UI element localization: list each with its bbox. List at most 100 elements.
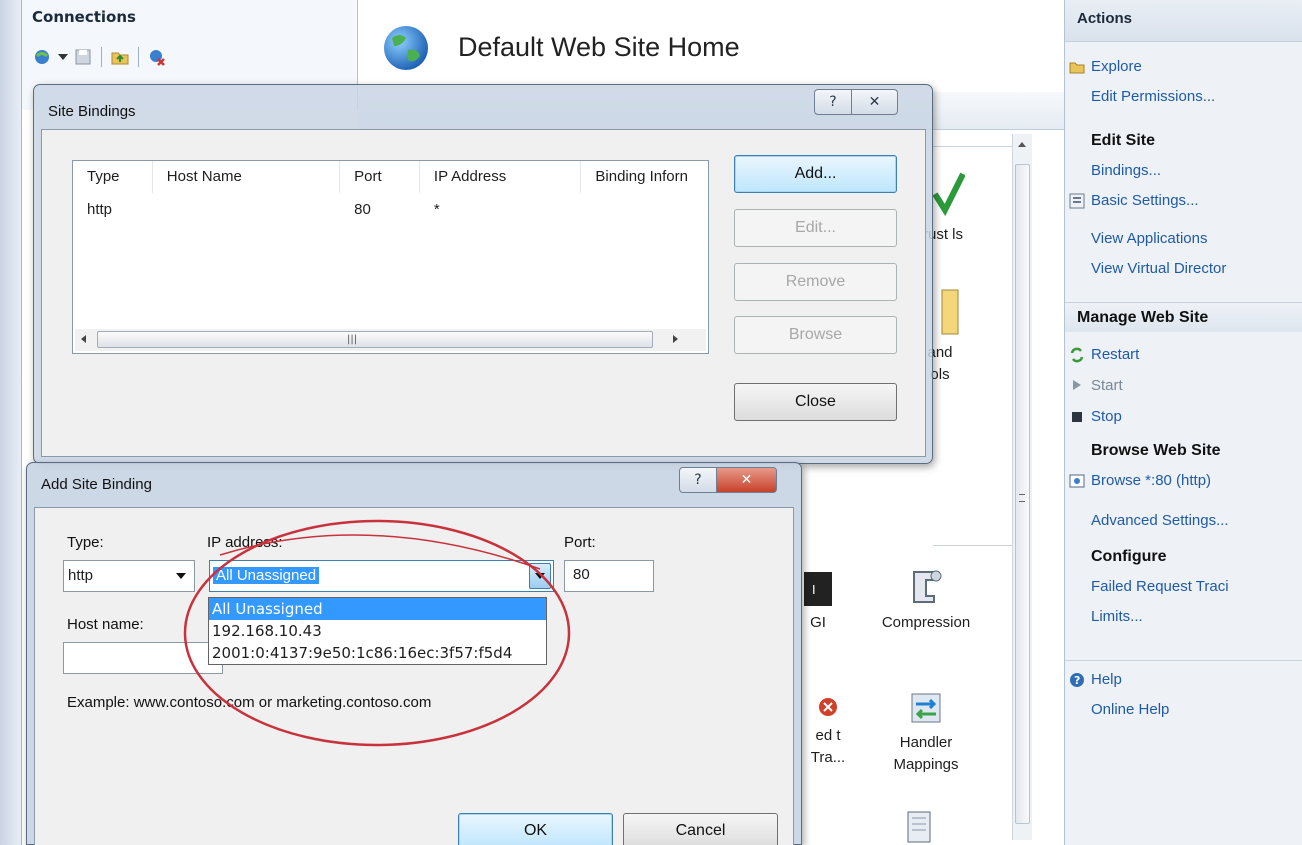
features-vertical-scrollbar[interactable] — [1012, 134, 1032, 840]
help-question-icon: ? — [829, 94, 837, 110]
type-label: Type: — [67, 534, 104, 551]
toolbar-separator — [138, 47, 139, 67]
column-header-host-name[interactable]: Host Name — [153, 161, 341, 193]
action-help[interactable]: ? Help — [1065, 665, 1302, 695]
action-basic-settings[interactable]: Basic Settings... — [1065, 186, 1302, 216]
scroll-up-arrow-icon[interactable] — [1018, 142, 1026, 147]
configure-heading: Configure — [1091, 548, 1167, 565]
cell-type: http — [87, 201, 113, 218]
action-view-applications[interactable]: View Applications — [1065, 224, 1302, 254]
add-binding-button[interactable]: Add... — [734, 155, 897, 193]
scrollbar-grip: ||| — [347, 334, 358, 345]
action-edit-permissions-label: Edit Permissions... — [1091, 88, 1216, 105]
port-label: Port: — [564, 534, 596, 551]
action-view-virtual-directories-label: View Virtual Director — [1091, 260, 1227, 277]
close-icon: ✕ — [868, 94, 881, 110]
column-header-port[interactable]: Port — [340, 161, 420, 193]
close-icon: ✕ — [740, 472, 753, 488]
ip-option-all-unassigned[interactable]: All Unassigned — [209, 598, 546, 620]
action-view-applications-label: View Applications — [1091, 230, 1208, 247]
column-header-type[interactable]: Type — [73, 161, 153, 193]
action-failed-request-label: Failed Request Traci — [1091, 578, 1229, 595]
cgi-icon: I — [804, 572, 832, 606]
bindings-list-view[interactable]: Type Host Name Port IP Address Binding I… — [72, 160, 709, 354]
remove-binding-button[interactable]: Remove — [734, 263, 897, 301]
ip-address-dropdown-list[interactable]: All Unassigned 192.168.10.43 2001:0:4137… — [208, 597, 547, 665]
feature-label: Compression — [881, 614, 971, 631]
feature-label: GI — [810, 614, 826, 631]
chevron-down-icon[interactable] — [170, 563, 192, 589]
cancel-button[interactable]: Cancel — [623, 813, 778, 845]
ip-address-select[interactable]: All Unassigned — [209, 560, 554, 592]
compression-vise-icon — [913, 570, 942, 603]
action-edit-permissions[interactable]: Edit Permissions... — [1065, 82, 1302, 112]
up-folder-icon[interactable] — [109, 46, 131, 68]
feature-handler-mappings[interactable]: Handler Mappings — [876, 690, 976, 776]
action-online-help[interactable]: Online Help — [1065, 695, 1302, 725]
save-icon[interactable] — [72, 46, 94, 68]
action-stop[interactable]: Stop — [1065, 402, 1302, 432]
add-binding-caption-buttons: ? ✕ — [679, 467, 777, 493]
site-bindings-caption-buttons: ? ✕ — [814, 89, 898, 115]
feature-label: Handler Mappings — [893, 734, 959, 773]
action-view-virtual-directories[interactable]: View Virtual Director — [1065, 254, 1302, 284]
notebook-icon — [907, 811, 931, 843]
column-header-binding-info[interactable]: Binding Inforn — [581, 161, 708, 193]
host-name-field[interactable] — [63, 642, 223, 674]
close-window-button[interactable]: ✕ — [852, 89, 898, 115]
action-restart[interactable]: Restart — [1065, 340, 1302, 370]
connections-toolbar — [32, 46, 168, 68]
section-divider — [933, 545, 1013, 546]
action-browse-80[interactable]: Browse *:80 (http) — [1065, 466, 1302, 496]
action-browse-80-label: Browse *:80 (http) — [1091, 472, 1212, 489]
ip-option-ipv4[interactable]: 192.168.10.43 — [209, 620, 546, 642]
column-header-ip-address[interactable]: IP Address — [420, 161, 582, 193]
browse-binding-button[interactable]: Browse — [734, 316, 897, 354]
basic-settings-icon — [1069, 193, 1085, 209]
feature-failed-request-tracing[interactable]: ed t Tra... — [798, 685, 858, 769]
browse-window-icon — [1069, 474, 1085, 488]
feature-compression[interactable]: Compression — [866, 566, 986, 634]
scroll-left-arrow-icon[interactable] — [81, 335, 86, 343]
action-limits[interactable]: Limits... — [1065, 602, 1302, 632]
edit-binding-button[interactable]: Edit... — [734, 209, 897, 247]
window-left-edge — [0, 0, 22, 845]
scroll-right-arrow-icon[interactable] — [673, 335, 678, 343]
bindings-horizontal-scrollbar[interactable]: ||| — [75, 329, 706, 351]
ip-option-ipv6[interactable]: 2001:0:4137:9e50:1c86:16ec:3f57:f5d4 — [209, 642, 546, 664]
website-globe-icon — [384, 26, 428, 70]
connect-dropdown-icon[interactable] — [58, 46, 68, 68]
host-name-example: Example: www.contoso.com or marketing.co… — [67, 694, 432, 711]
help-button[interactable]: ? — [814, 89, 852, 115]
help-button[interactable]: ? — [679, 467, 717, 493]
action-start[interactable]: Start — [1065, 370, 1302, 402]
type-select[interactable]: http — [63, 560, 195, 592]
close-button[interactable]: Close — [734, 383, 897, 421]
restart-icon — [1070, 347, 1084, 363]
help-question-icon: ? — [694, 472, 702, 488]
svg-text:?: ? — [1074, 674, 1080, 687]
action-explore[interactable]: Explore — [1065, 52, 1302, 82]
action-advanced-settings[interactable]: Advanced Settings... — [1065, 506, 1302, 536]
section-divider — [1065, 660, 1302, 661]
site-bindings-titlebar[interactable]: Site Bindings ? ✕ — [34, 85, 932, 129]
help-question-icon: ? — [1070, 673, 1084, 687]
port-field[interactable]: 80 — [564, 560, 654, 592]
edit-site-heading: Edit Site — [1091, 132, 1156, 149]
start-play-icon — [1073, 380, 1081, 390]
disconnect-icon[interactable] — [146, 46, 168, 68]
connect-globe-icon[interactable] — [32, 46, 54, 68]
chevron-down-icon[interactable] — [529, 563, 551, 589]
close-window-button[interactable]: ✕ — [717, 467, 777, 493]
scrollbar-thumb[interactable] — [97, 331, 653, 348]
action-bindings[interactable]: Bindings... — [1065, 156, 1302, 186]
ip-address-label: IP address: — [207, 534, 283, 551]
table-row[interactable]: http 80 * — [73, 197, 708, 223]
action-advanced-settings-label: Advanced Settings... — [1091, 512, 1229, 529]
action-help-label: Help — [1091, 671, 1122, 688]
action-failed-request-tracing[interactable]: Failed Request Traci — [1065, 572, 1302, 602]
feature-cgi[interactable]: I GI — [800, 572, 836, 634]
error-x-icon — [819, 698, 837, 716]
actions-title: Actions — [1065, 0, 1302, 42]
ok-button[interactable]: OK — [458, 813, 613, 845]
